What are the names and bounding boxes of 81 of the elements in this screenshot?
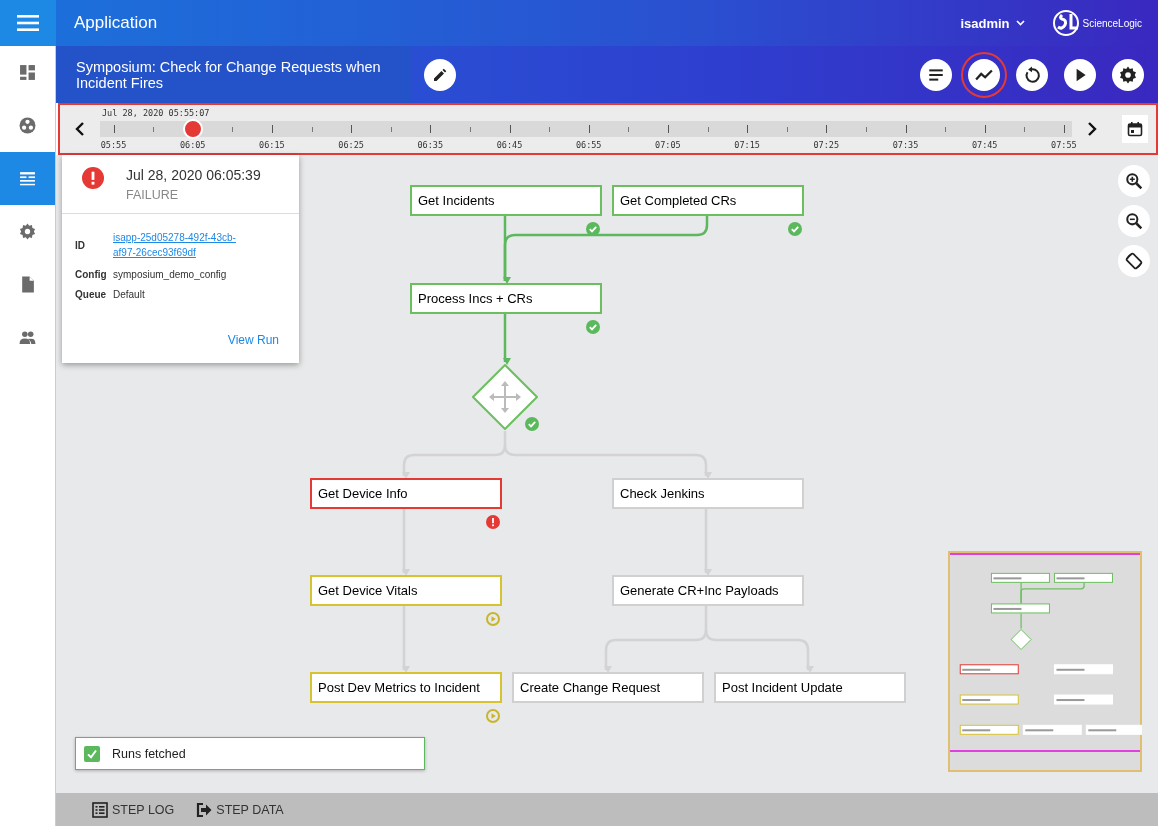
sidebar-item[interactable] (0, 152, 55, 205)
zoom-in-button[interactable] (1118, 165, 1150, 197)
menu-button[interactable] (0, 0, 56, 46)
checkbox-icon (84, 745, 100, 762)
minimap-drawing[interactable] (948, 551, 1142, 772)
cursor-time-label: Jul 28, 2020 05:55:07 (102, 108, 210, 118)
logo-text: ScienceLogic (1082, 17, 1142, 29)
flow-step[interactable]: Create Change Request (512, 672, 704, 703)
dashboard-icon (19, 64, 36, 81)
time-tick-label: 07:45 (971, 140, 998, 150)
list-icon (92, 801, 108, 818)
document-icon (19, 276, 36, 293)
flow-step[interactable]: Get Incidents (410, 185, 602, 216)
time-tick-label: 07:55 (1051, 140, 1077, 150)
flow-step[interactable]: Post Incident Update (714, 672, 906, 703)
run-time: Jul 28, 2020 06:05:39 (126, 167, 261, 183)
connector-line (704, 509, 712, 576)
run-status: FAILURE (126, 188, 180, 202)
rotate-button[interactable] (1118, 245, 1150, 277)
chevron-left-icon (75, 121, 85, 137)
connector-line (402, 509, 410, 576)
calendar-button[interactable] (1122, 115, 1148, 143)
settings-icon (1119, 65, 1137, 84)
zoom-out-button[interactable] (1118, 205, 1150, 237)
exit-arrow-icon (196, 801, 213, 818)
logo-icon (1052, 10, 1081, 36)
edit-button[interactable] (424, 58, 456, 91)
field-label: Config (75, 269, 108, 280)
flow-step[interactable]: Get Completed CRs (612, 185, 804, 216)
rotate-icon (1125, 252, 1143, 270)
time-tick-label: 06:15 (259, 140, 285, 150)
zoom-out-icon (1125, 212, 1143, 230)
connector-line (402, 606, 410, 673)
bottom-tab[interactable]: STEP DATA (196, 801, 284, 818)
list-icon (19, 170, 36, 187)
time-tick-label: 06:45 (496, 140, 523, 150)
menu-icon (17, 15, 39, 31)
time-tick-label: 07:05 (655, 140, 681, 150)
time-tick-label: 06:55 (575, 140, 602, 150)
time-tick-label: 07:35 (892, 140, 919, 150)
timeline-track[interactable] (100, 119, 1072, 139)
field-label: ID (75, 239, 86, 251)
caret-icon (1015, 20, 1025, 26)
settings-icon (19, 223, 36, 240)
user-menu[interactable]: isadmin (960, 15, 1025, 31)
flow-title: Symposium: Check for Change Requests when Incident Fires (56, 46, 412, 103)
calendar-icon (1127, 121, 1143, 137)
zoom-in-icon (1125, 172, 1143, 190)
flow-step[interactable]: Process Incs + CRs (410, 283, 602, 314)
field-value: Default (113, 289, 146, 300)
time-tick-label: 06:25 (338, 140, 364, 150)
toolbar-button[interactable] (1064, 58, 1096, 91)
time-tick-label: 07:25 (813, 140, 840, 150)
time-tick-label: 05:55 (100, 140, 127, 150)
toolbar-button[interactable] (920, 58, 952, 91)
app-title: Application (74, 13, 159, 33)
people-icon (19, 329, 36, 346)
pencil-icon (432, 66, 448, 83)
connector-line (503, 314, 511, 365)
bottom-tab[interactable]: STEP LOG (92, 801, 175, 818)
toast-message: Runs fetched (112, 746, 186, 761)
run-id-link[interactable]: isapp-25d05278-492f-43cb-af97-26cec93f69df (113, 230, 253, 260)
flow-step[interactable]: Generate CR+Inc Payloads (612, 575, 804, 606)
field-label: Queue (75, 289, 108, 300)
alert-icon (82, 167, 104, 189)
field-value: symposium_demo_config (113, 269, 228, 280)
time-tick-label: 06:05 (179, 140, 206, 150)
flow-step[interactable]: Get Device Vitals (310, 575, 502, 606)
flow-step[interactable]: Check Jenkins (612, 478, 804, 509)
toolbar-button[interactable] (1112, 58, 1144, 91)
flow-step[interactable]: Post Dev Metrics to Incident (310, 672, 502, 703)
replay-icon (1023, 65, 1041, 84)
flow-step[interactable]: Get Device Info (310, 478, 502, 509)
run-marker[interactable] (182, 119, 203, 139)
decision-node[interactable] (472, 364, 538, 430)
chevron-right-icon (1087, 121, 1097, 137)
toolbar-button[interactable] (1016, 58, 1048, 91)
time-tick-label: 07:15 (734, 140, 760, 150)
circles-icon (19, 117, 36, 134)
time-tick-label: 06:35 (417, 140, 444, 150)
view-run-link[interactable]: View Run (227, 333, 279, 347)
